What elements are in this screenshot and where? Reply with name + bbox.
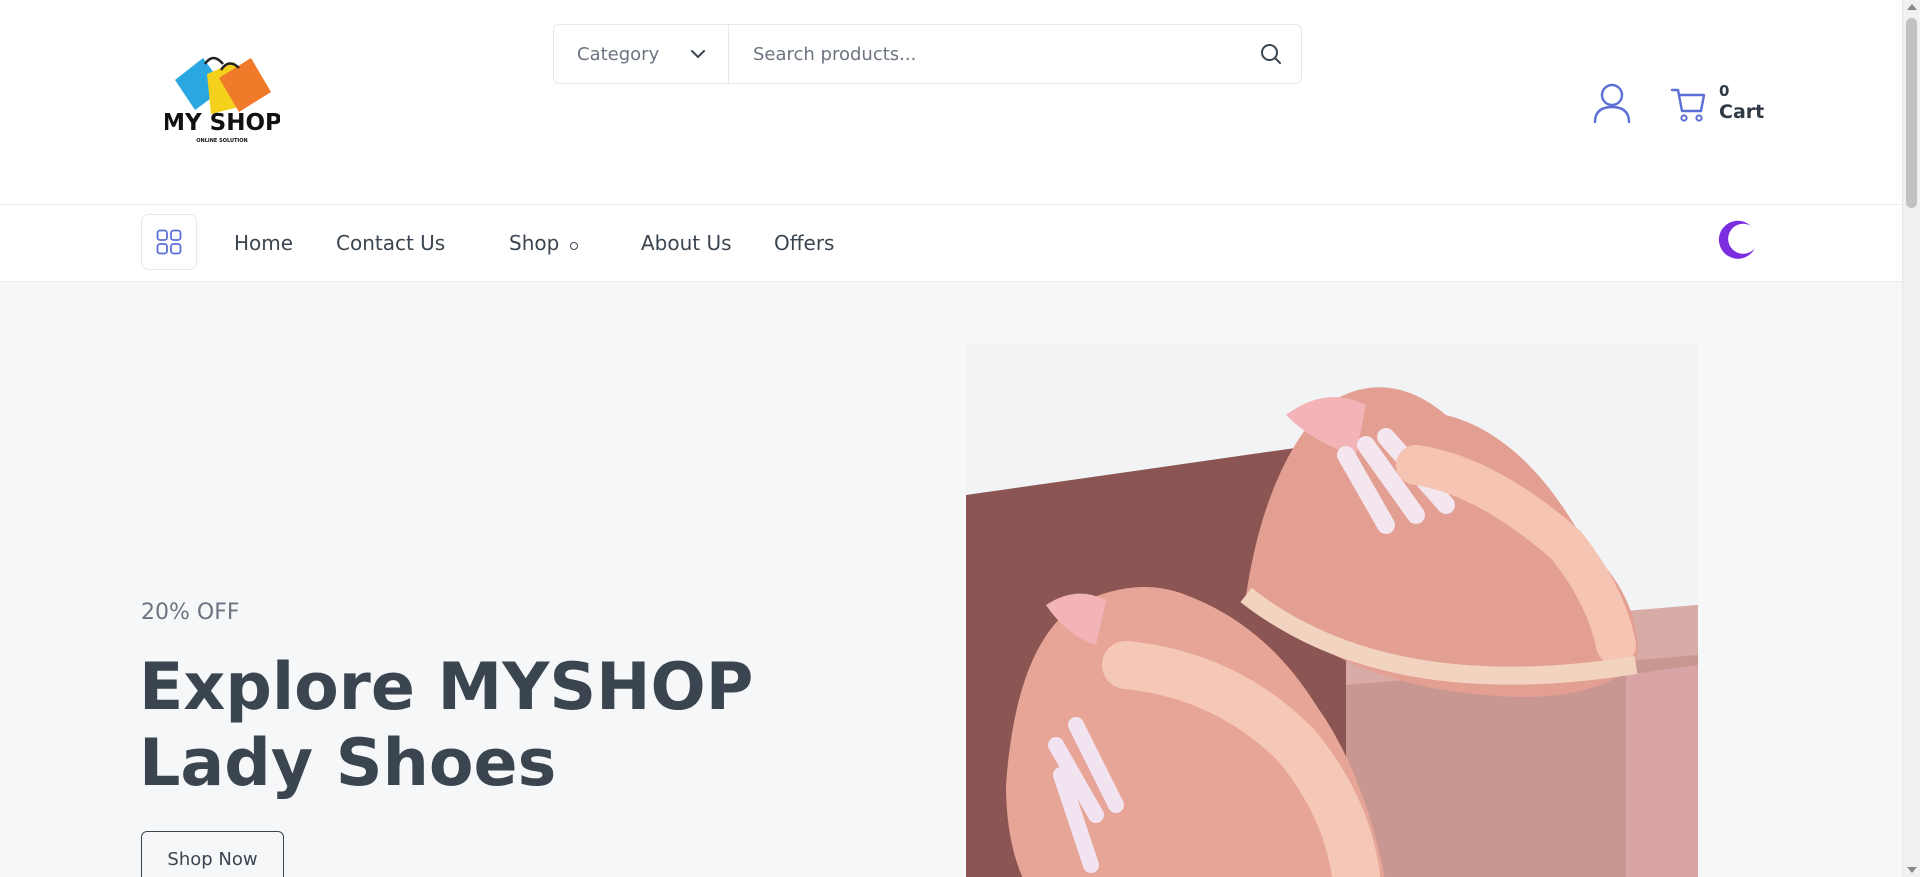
logo-wordmark: MY SHOP [165, 110, 280, 136]
chevron-down-icon [691, 50, 705, 58]
category-select[interactable]: Category [554, 25, 729, 83]
hero-title: Explore MYSHOP Lady Shoes [139, 650, 753, 802]
hero-title-line-1: Explore MYSHOP [139, 650, 754, 725]
user-icon [1593, 83, 1631, 124]
main-nav: Home Contact Us Shop About Us Offers [0, 205, 1902, 282]
theme-toggle-button[interactable] [1713, 218, 1758, 263]
search-icon [1261, 44, 1281, 64]
site-header: MY SHOP ONLINE SOLUTION Category Search … [0, 0, 1902, 205]
vertical-scrollbar[interactable] [1902, 0, 1920, 877]
scroll-down-arrow-icon[interactable] [1907, 867, 1917, 873]
dropdown-indicator-icon [570, 242, 579, 250]
cart-icon [1670, 88, 1706, 122]
cart-count: 0 [1719, 82, 1730, 101]
nav-home[interactable]: Home [234, 231, 293, 255]
cart-button[interactable]: 0 Cart [1670, 80, 1764, 126]
nav-shop-label: Shop [509, 231, 560, 255]
scrollbar-thumb[interactable] [1906, 18, 1917, 208]
shop-now-button[interactable]: Shop Now [141, 831, 284, 877]
site-logo[interactable]: MY SHOP ONLINE SOLUTION [165, 50, 280, 150]
nav-offers[interactable]: Offers [774, 231, 834, 255]
moon-icon [1718, 220, 1755, 259]
hero-product-image [966, 345, 1698, 877]
shop-bags-logo-image: MY SHOP ONLINE SOLUTION [165, 56, 280, 144]
search-bar: Category [553, 24, 1302, 84]
hero-title-line-2: Lady Shoes [139, 726, 557, 801]
nav-contact-us[interactable]: Contact Us [336, 231, 445, 255]
cart-summary: 0 Cart [1719, 83, 1764, 122]
logo-tagline: ONLINE SOLUTION [196, 138, 247, 144]
cart-label: Cart [1719, 100, 1765, 123]
pink-sneakers-image [966, 345, 1698, 877]
account-button[interactable] [1592, 82, 1632, 124]
grid-icon [156, 229, 182, 255]
search-input[interactable] [729, 25, 1241, 83]
scroll-up-arrow-icon[interactable] [1907, 4, 1917, 10]
hero-discount: 20% OFF [141, 600, 240, 625]
hero-banner: 20% OFF Explore MYSHOP Lady Shoes Shop N… [0, 282, 1902, 877]
nav-shop[interactable]: Shop [509, 231, 579, 255]
categories-menu-button[interactable] [141, 214, 197, 270]
search-button[interactable] [1241, 25, 1301, 83]
nav-about-us[interactable]: About Us [641, 231, 732, 255]
category-select-label: Category [577, 43, 660, 65]
